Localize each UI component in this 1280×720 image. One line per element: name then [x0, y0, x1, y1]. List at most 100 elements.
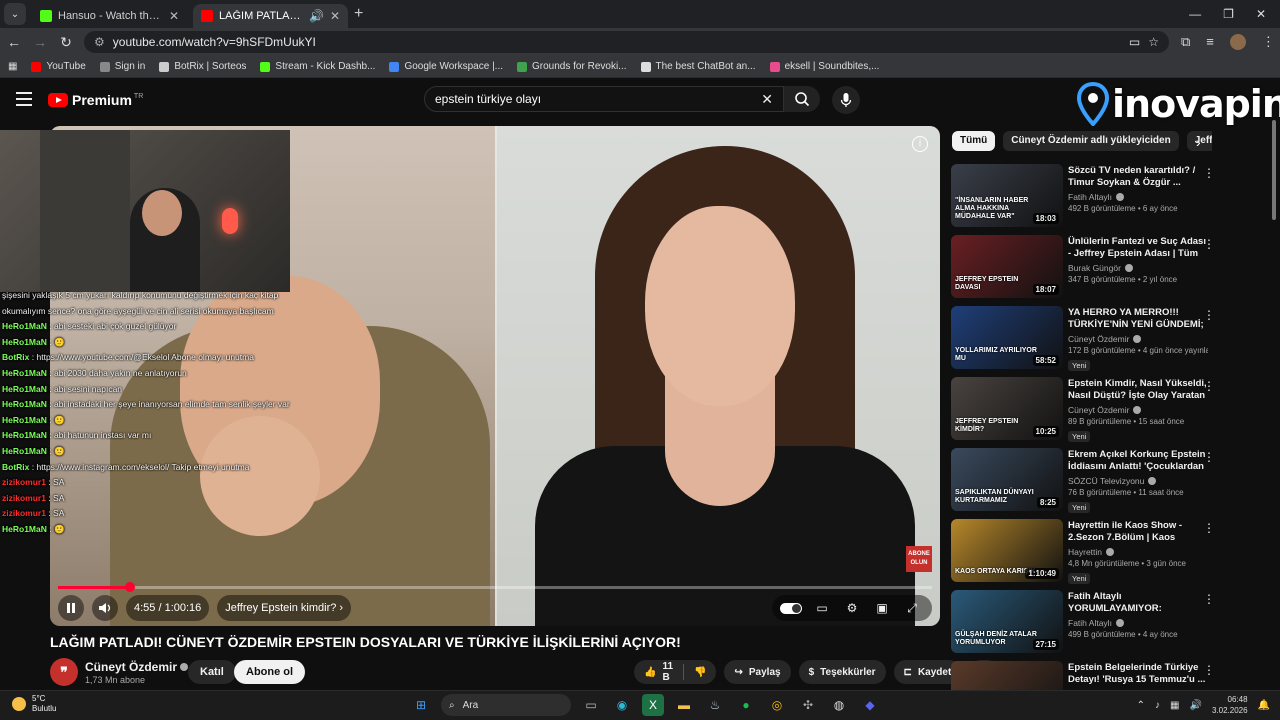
- search-button[interactable]: [784, 86, 820, 112]
- media-icon[interactable]: ≡: [1206, 34, 1214, 50]
- related-title[interactable]: Ünlülerin Fantezi ve Suç Adası - Jeffrey…: [1068, 236, 1208, 260]
- new-tab-button[interactable]: +: [354, 5, 363, 23]
- chapter-button[interactable]: Jeffrey Epstein kimdir? ›: [217, 595, 352, 621]
- bookmark-item[interactable]: The best ChatBot an...: [640, 61, 756, 72]
- search-input[interactable]: epstein türkiye olayı ✕: [424, 86, 784, 112]
- channel-name[interactable]: Cüneyt Özdemir: [85, 660, 189, 674]
- related-video-card[interactable]: SAPIKLIKTAN DÜNYAYI KURTARMAMIZ 8:25 Ekrem…: [951, 448, 1221, 519]
- tab-youtube[interactable]: LAĞIM PATLADI! CÜNEYT Ö 🔊 ✕: [193, 4, 348, 28]
- pause-button[interactable]: [58, 595, 84, 621]
- close-icon[interactable]: ✕: [330, 9, 340, 23]
- join-button[interactable]: Katıl: [188, 660, 236, 684]
- menu-icon[interactable]: ⋮: [1262, 34, 1275, 50]
- excel-icon[interactable]: X: [642, 694, 664, 716]
- weather-widget[interactable]: 5°C Bulutlu: [12, 694, 56, 714]
- settings-icon[interactable]: ⚙: [840, 601, 864, 615]
- more-options-icon[interactable]: ⋮: [1203, 663, 1215, 677]
- more-options-icon[interactable]: ⋮: [1203, 450, 1215, 464]
- channel-avatar[interactable]: ❞: [50, 658, 78, 686]
- video-thumbnail[interactable]: KAOS ORTAYA KARIŞIK 1:10:49: [951, 519, 1063, 582]
- windows-start-icon[interactable]: ⊞: [410, 694, 432, 716]
- related-video-card[interactable]: JEFFREY EPSTEIN DAVASI 18:07 Ünlülerin Fan…: [951, 235, 1221, 306]
- bookmark-star-icon[interactable]: ☆: [1148, 35, 1159, 49]
- like-button[interactable]: 👍 11 B: [634, 661, 683, 683]
- close-window-button[interactable]: ✕: [1256, 7, 1266, 21]
- video-thumbnail[interactable]: YOLLARIMIZ AYRILIYOR MU 58:52: [951, 306, 1063, 369]
- cast-icon[interactable]: ▭: [1129, 35, 1140, 49]
- chip-all[interactable]: Tümü: [952, 131, 996, 151]
- autoplay-toggle[interactable]: [780, 602, 804, 614]
- steam-icon[interactable]: ♨: [704, 694, 726, 716]
- more-options-icon[interactable]: ⋮: [1203, 379, 1215, 393]
- related-title[interactable]: Ekrem Açıkel Korkunç Epstein İddiasını A…: [1068, 449, 1208, 473]
- dislike-button[interactable]: 👎: [684, 667, 716, 678]
- related-title[interactable]: Fatih Altaylı YORUMLAYAMIYOR: "Randevu..…: [1068, 591, 1208, 615]
- related-video-card[interactable]: KAOS ORTAYA KARIŞIK 1:10:49 Hayrettin ile …: [951, 519, 1221, 590]
- taskbar-search[interactable]: ⌕ Ara: [441, 694, 571, 716]
- share-button[interactable]: ↪ Paylaş: [724, 660, 791, 684]
- related-channel[interactable]: Cüneyt Özdemir: [1068, 405, 1129, 415]
- tab-search-button[interactable]: ⌄: [4, 3, 26, 25]
- related-channel[interactable]: Fatih Altaylı: [1068, 192, 1112, 202]
- more-options-icon[interactable]: ⋮: [1203, 237, 1215, 251]
- menu-icon[interactable]: [16, 92, 32, 106]
- youtube-logo[interactable]: Premium TR: [48, 92, 143, 108]
- reload-button[interactable]: ↻: [54, 34, 78, 51]
- bookmark-item[interactable]: Stream - Kick Dashb...: [260, 61, 375, 72]
- bookmark-item[interactable]: Google Workspace |...: [389, 61, 503, 72]
- tab-kick[interactable]: Hansuo - Watch the VOD on Ki ✕: [32, 4, 187, 28]
- chevron-right-icon[interactable]: ›: [1196, 134, 1201, 150]
- bookmark-item[interactable]: Grounds for Revoki...: [517, 61, 627, 72]
- task-view-icon[interactable]: ▭: [580, 694, 602, 716]
- related-video-card[interactable]: "İNSANLARIN HABER ALMA HAKKINA MÜDAHALE …: [951, 164, 1221, 235]
- subtitles-icon[interactable]: ▭: [810, 601, 834, 615]
- related-title[interactable]: Epstein Belgelerinde Türkiye Detayı! 'Ru…: [1068, 662, 1208, 686]
- profile-avatar[interactable]: [1229, 34, 1246, 50]
- url-input[interactable]: ⚙ youtube.com/watch?v=9hSFDmUukYI ▭ ☆: [84, 31, 1169, 53]
- speaker-icon[interactable]: 🔊: [309, 9, 324, 23]
- spotify-icon[interactable]: ●: [735, 694, 757, 716]
- obs-icon[interactable]: ◍: [828, 694, 850, 716]
- subscribe-watermark[interactable]: ABONE OLUN: [906, 546, 932, 572]
- related-title[interactable]: Epstein Kimdir, Nasıl Yükseldi, Nasıl Dü…: [1068, 378, 1208, 402]
- volume-button[interactable]: [92, 595, 118, 621]
- miniplayer-icon[interactable]: ▣: [870, 601, 894, 615]
- bookmark-item[interactable]: Sign in: [99, 61, 145, 72]
- voice-search-button[interactable]: [832, 86, 860, 114]
- forward-button[interactable]: →: [28, 34, 52, 50]
- subscribe-button[interactable]: Abone ol: [234, 660, 306, 684]
- folder-icon[interactable]: ▬: [673, 694, 695, 716]
- clear-icon[interactable]: ✕: [761, 91, 773, 108]
- minimize-button[interactable]: —: [1189, 7, 1201, 21]
- maximize-button[interactable]: ❐: [1223, 7, 1234, 21]
- related-channel[interactable]: Burak Güngör: [1068, 263, 1121, 273]
- clock[interactable]: 06:48 3.02.2026: [1212, 694, 1248, 716]
- related-video-card[interactable]: GÜLŞAH DENİZ ATALAR YORUMLUYOR 27:15 Fatih…: [951, 590, 1221, 661]
- more-options-icon[interactable]: ⋮: [1203, 521, 1215, 535]
- apps-icon[interactable]: ▦: [8, 61, 17, 72]
- bookmark-item[interactable]: eksell | Soundbites,...: [769, 61, 879, 72]
- related-video-card[interactable]: JEFFREY EPSTEIN KİMDİR? 10:25 Epstein Kimd…: [951, 377, 1221, 448]
- close-icon[interactable]: ✕: [169, 9, 179, 23]
- edge-icon[interactable]: ◉: [611, 694, 633, 716]
- related-channel[interactable]: Hayrettin: [1068, 547, 1102, 557]
- discord-icon[interactable]: ◆: [859, 694, 881, 716]
- more-options-icon[interactable]: ⋮: [1203, 592, 1215, 606]
- bookmark-item[interactable]: BotRix | Sorteos: [159, 61, 246, 72]
- video-thumbnail[interactable]: SAPIKLIKTAN DÜNYAYI KURTARMAMIZ 8:25: [951, 448, 1063, 511]
- fullscreen-icon[interactable]: ⤢: [900, 601, 924, 616]
- video-thumbnail[interactable]: GÜLŞAH DENİZ ATALAR YORUMLUYOR 27:15: [951, 590, 1063, 653]
- extensions-icon[interactable]: ⧉: [1181, 34, 1190, 50]
- site-info-icon[interactable]: ⚙: [94, 35, 105, 49]
- related-video-card[interactable]: YOLLARIMIZ AYRILIYOR MU 58:52 YA HERRO YA …: [951, 306, 1221, 377]
- microphone-icon[interactable]: ♪: [1155, 700, 1160, 711]
- volume-icon[interactable]: 🔊: [1190, 700, 1202, 711]
- video-thumbnail[interactable]: "İNSANLARIN HABER ALMA HAKKINA MÜDAHALE …: [951, 164, 1063, 227]
- chip-uploader[interactable]: Cüneyt Özdemir adlı yükleyiciden: [1003, 131, 1179, 151]
- network-icon[interactable]: ▦: [1170, 700, 1179, 711]
- related-title[interactable]: Hayrettin ile Kaos Show - 2.Sezon 7.Bölü…: [1068, 520, 1208, 544]
- info-icon[interactable]: i: [912, 136, 928, 152]
- bookmark-item[interactable]: YouTube: [31, 61, 86, 72]
- more-options-icon[interactable]: ⋮: [1203, 166, 1215, 180]
- notification-icon[interactable]: 🔔: [1258, 700, 1270, 711]
